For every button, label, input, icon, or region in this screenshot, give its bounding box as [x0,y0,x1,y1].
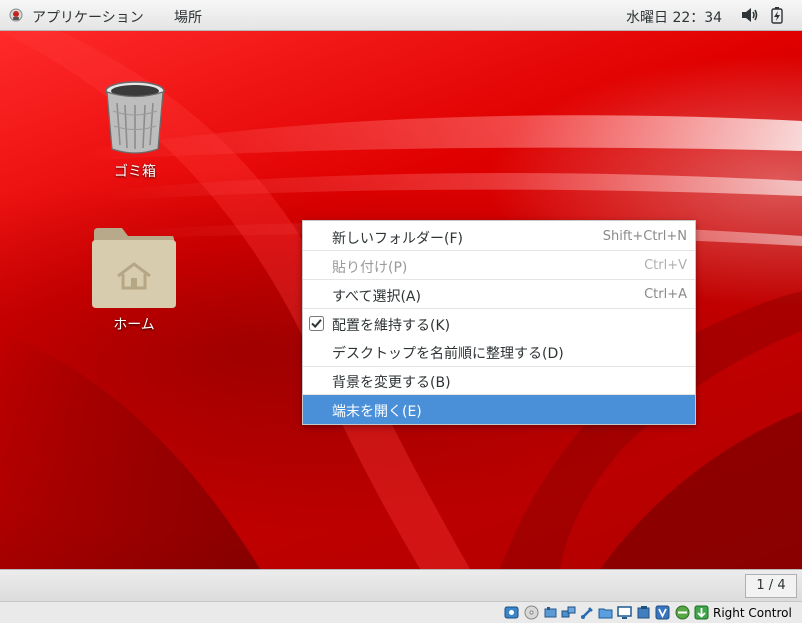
menu-item-label: 貼り付け(P) [332,260,408,276]
checkbox-checked-icon[interactable] [309,316,324,331]
desktop-icon-label: ゴミ箱 [114,164,156,180]
cpu-virtualization-icon[interactable] [655,605,670,620]
menu-item-accelerator: Ctrl+A [644,287,687,302]
hard-disk-icon[interactable] [504,605,519,620]
menu-item-label: 背景を変更する(B) [332,375,451,391]
menu-item-keep-aligned[interactable]: 配置を維持する(K) [303,310,695,337]
applications-menu[interactable]: アプリケーション [32,7,144,27]
virtualbox-status-bar: Right Control [0,601,802,623]
menu-item-accelerator: Ctrl+V [644,258,687,273]
menu-separator [303,308,695,309]
clock[interactable]: 水曜日 22：34 [626,7,722,27]
menu-item-select-all[interactable]: すべて選択(A) Ctrl+A [303,281,695,308]
applications-logo-icon[interactable] [9,8,23,22]
shared-folders-icon[interactable] [598,605,613,620]
audio-icon[interactable] [543,605,558,620]
desktop-context-menu: 新しいフォルダー(F) Shift+Ctrl+N 貼り付け(P) Ctrl+V … [302,220,696,425]
menu-item-open-terminal[interactable]: 端末を開く(E) [303,395,695,424]
desktop-icon-home[interactable]: ホーム [92,226,176,334]
power-icon[interactable] [771,7,783,24]
menu-separator [303,250,695,251]
desktop-icon-trash[interactable]: ゴミ箱 [98,81,172,181]
places-menu[interactable]: 場所 [174,7,202,27]
menu-item-label: デスクトップを名前順に整理する(D) [332,346,564,362]
guest-additions-icon[interactable] [675,605,690,620]
desktop-icon-label: ホーム [113,317,155,333]
network-icon[interactable] [561,605,576,620]
volume-icon[interactable] [741,7,759,23]
trash-icon [105,81,165,154]
menu-item-label: 端末を開く(E) [332,404,422,420]
optical-drive-icon[interactable] [524,605,539,620]
host-key-label: Right Control [713,606,792,620]
home-folder-icon [92,228,176,308]
menu-item-label: 新しいフォルダー(F) [332,231,463,247]
workspace-switcher[interactable]: 1 / 4 [745,574,797,598]
menu-item-label: 配置を維持する(K) [332,318,451,334]
menu-item-label: すべて選択(A) [332,289,421,305]
video-capture-icon[interactable] [636,605,651,620]
bottom-panel: 1 / 4 [0,569,802,601]
menu-item-paste[interactable]: 貼り付け(P) Ctrl+V [303,252,695,279]
top-panel: アプリケーション 場所 水曜日 22：34 [0,0,802,31]
display-icon[interactable] [617,605,632,620]
menu-item-accelerator: Shift+Ctrl+N [602,229,687,244]
menu-item-organize-by-name[interactable]: デスクトップを名前順に整理する(D) [303,338,695,365]
usb-icon[interactable] [580,605,595,620]
menu-item-change-background[interactable]: 背景を変更する(B) [303,367,695,394]
keyboard-capture-icon[interactable] [694,605,709,620]
menu-separator [303,279,695,280]
menu-item-new-folder[interactable]: 新しいフォルダー(F) Shift+Ctrl+N [303,223,695,250]
